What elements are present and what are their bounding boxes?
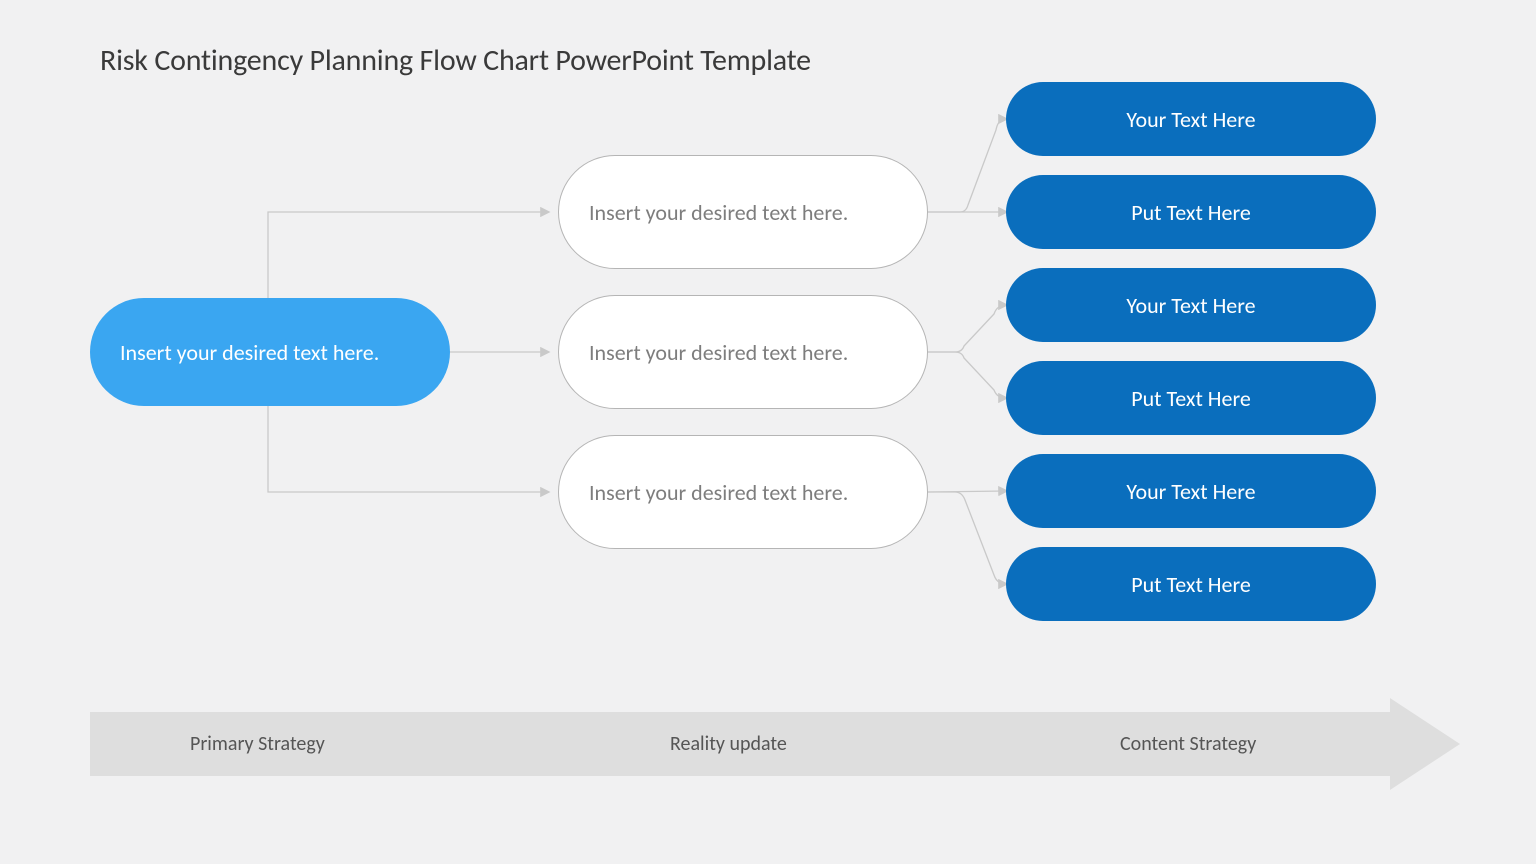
axis-arrow-head-icon bbox=[1390, 698, 1460, 790]
leaf-node-5-label: Your Text Here bbox=[1126, 478, 1255, 505]
leaf-node-1-label: Your Text Here bbox=[1126, 106, 1255, 133]
leaf-node-2-label: Put Text Here bbox=[1131, 199, 1251, 226]
leaf-node-6-label: Put Text Here bbox=[1131, 571, 1251, 598]
leaf-node-3-label: Your Text Here bbox=[1126, 292, 1255, 319]
axis-label-3: Content Strategy bbox=[1120, 712, 1256, 776]
axis-arrow: Primary Strategy Reality update Content … bbox=[90, 712, 1460, 776]
mid-node-1: Insert your desired text here. bbox=[558, 155, 928, 269]
root-node: Insert your desired text here. bbox=[90, 298, 450, 406]
leaf-node-1: Your Text Here bbox=[1006, 82, 1376, 156]
axis-label-2: Reality update bbox=[670, 712, 787, 776]
leaf-node-5: Your Text Here bbox=[1006, 454, 1376, 528]
root-node-label: Insert your desired text here. bbox=[120, 339, 379, 366]
mid-node-2-label: Insert your desired text here. bbox=[589, 339, 848, 366]
leaf-node-6: Put Text Here bbox=[1006, 547, 1376, 621]
mid-node-1-label: Insert your desired text here. bbox=[589, 199, 848, 226]
axis-label-1: Primary Strategy bbox=[190, 712, 325, 776]
mid-node-2: Insert your desired text here. bbox=[558, 295, 928, 409]
leaf-node-4-label: Put Text Here bbox=[1131, 385, 1251, 412]
leaf-node-2: Put Text Here bbox=[1006, 175, 1376, 249]
leaf-node-3: Your Text Here bbox=[1006, 268, 1376, 342]
leaf-node-4: Put Text Here bbox=[1006, 361, 1376, 435]
mid-node-3: Insert your desired text here. bbox=[558, 435, 928, 549]
mid-node-3-label: Insert your desired text here. bbox=[589, 479, 848, 506]
